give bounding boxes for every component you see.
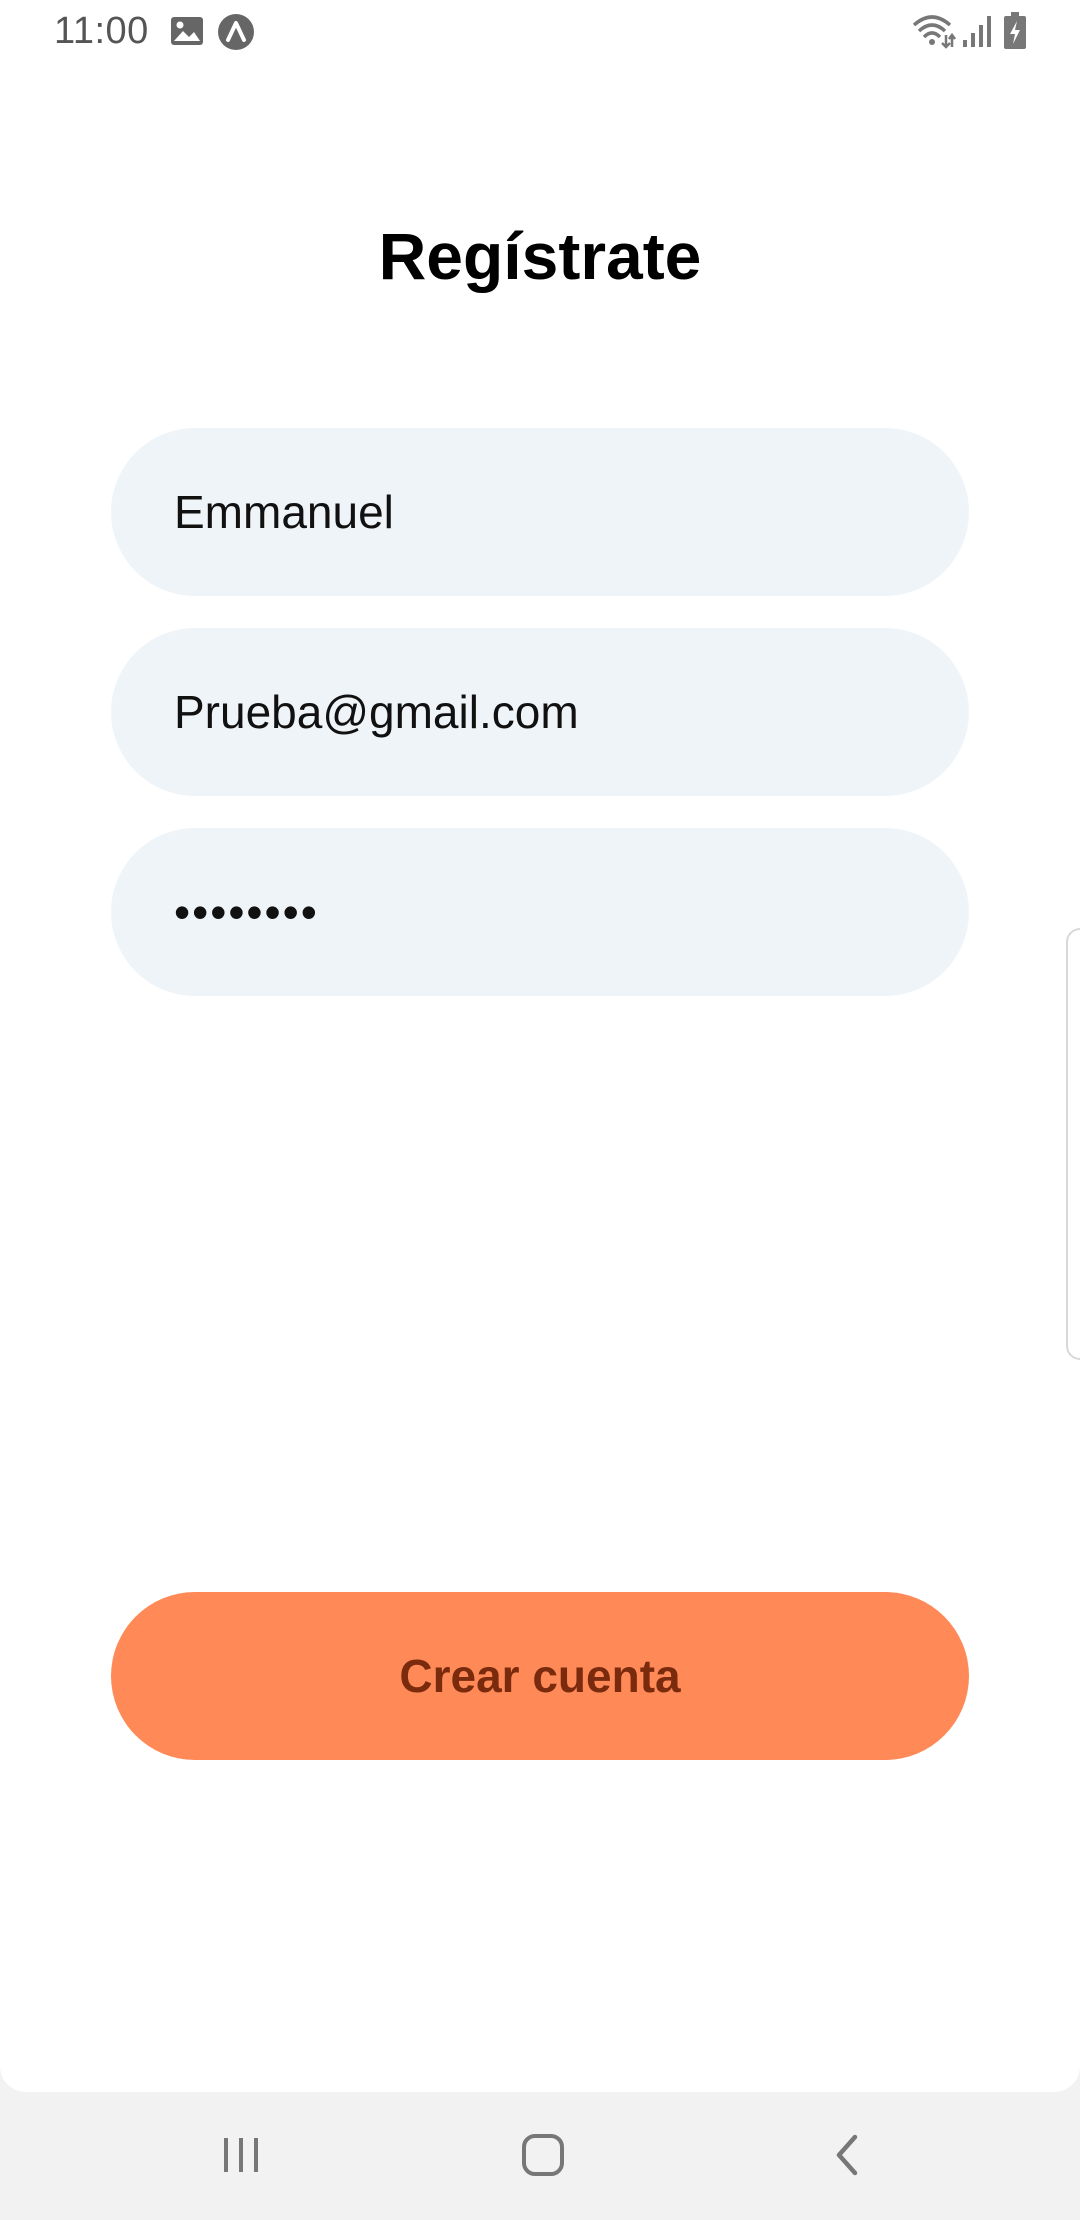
recent-apps-button[interactable] bbox=[196, 2122, 286, 2192]
create-account-button[interactable]: Crear cuenta bbox=[111, 1592, 969, 1760]
status-bar: 11:00 bbox=[0, 0, 1080, 64]
edge-panel-handle[interactable] bbox=[1066, 928, 1080, 1360]
password-input[interactable] bbox=[174, 885, 934, 939]
back-icon bbox=[827, 2131, 867, 2184]
page-title: Regístrate bbox=[378, 219, 702, 293]
signal-icon bbox=[962, 14, 992, 48]
back-button[interactable] bbox=[802, 2122, 892, 2192]
app-notification-icon bbox=[217, 13, 255, 51]
name-input[interactable] bbox=[174, 485, 934, 539]
wifi-icon bbox=[912, 13, 956, 49]
password-field[interactable] bbox=[111, 828, 969, 996]
email-field[interactable] bbox=[111, 628, 969, 796]
image-icon bbox=[170, 16, 204, 46]
battery-charging-icon bbox=[1003, 12, 1027, 50]
name-field[interactable] bbox=[111, 428, 969, 596]
status-time: 11:00 bbox=[54, 10, 149, 52]
home-icon bbox=[520, 2132, 566, 2183]
navigation-bar bbox=[0, 2092, 1080, 2220]
recent-apps-icon bbox=[220, 2134, 262, 2181]
email-input[interactable] bbox=[174, 685, 934, 739]
app-screen: 11:00 Regístrate Emmanuel Prueba@gmail.c… bbox=[0, 0, 1080, 2092]
home-button[interactable] bbox=[498, 2122, 588, 2192]
